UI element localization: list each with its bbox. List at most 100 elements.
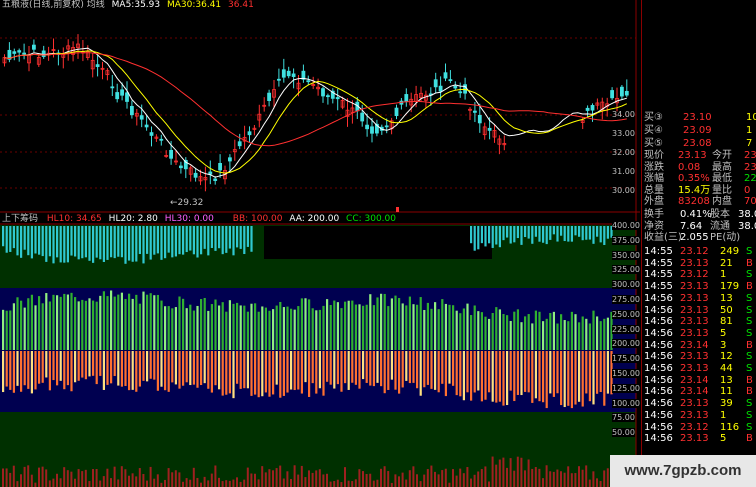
- candle: [22, 52, 27, 55]
- chip-bar-green: [30, 294, 33, 350]
- chip-bar-orange: [92, 351, 95, 376]
- volume-bar: [135, 476, 138, 487]
- chip-bar-cyan: [106, 226, 109, 260]
- bid-label: 买④: [644, 125, 663, 136]
- trade-row[interactable]: 14:56 23.13 5 B: [642, 433, 756, 444]
- trade-row[interactable]: 14:56 23.13 50 S: [642, 305, 756, 316]
- chip-bar-green: [390, 298, 393, 350]
- volume-bar: [387, 471, 390, 487]
- chip-bar-orange: [556, 351, 559, 394]
- volume-bar: [200, 482, 202, 487]
- candle: [208, 171, 213, 175]
- trade-row[interactable]: 14:56 23.13 13 S: [642, 293, 756, 304]
- chip-bar-cyan: [102, 226, 105, 262]
- low-price-annotation: ←29.32: [170, 198, 204, 208]
- bid-volume: 10: [746, 112, 756, 123]
- stat-row: 现价 23.13 今开 23: [642, 150, 756, 161]
- chip-tick-label: 300.00: [612, 280, 640, 290]
- chip-bar-green: [333, 300, 336, 350]
- chip-bar-green: [459, 313, 462, 350]
- chip-tick-label: 50.00: [612, 428, 635, 438]
- candle: [213, 178, 218, 181]
- chip-bar-green: [196, 305, 199, 350]
- trade-row[interactable]: 14:56 23.13 1 S: [642, 410, 756, 421]
- chip-bar-orange: [254, 351, 257, 395]
- chip-bar-green: [329, 305, 332, 350]
- chip-bar-green: [124, 298, 127, 350]
- chip-bar-orange: [513, 351, 516, 402]
- trade-price: 23.12: [680, 421, 709, 433]
- chip-bar-orange: [354, 351, 357, 385]
- volume-bar: [88, 481, 91, 487]
- kline-candles: [2, 34, 629, 192]
- chip-bar-cyan: [516, 226, 519, 239]
- chip-bar-orange: [372, 351, 375, 387]
- trade-row[interactable]: 14:55 23.13 179 B: [642, 281, 756, 292]
- candle: [12, 51, 17, 54]
- stat-label: 外盘: [644, 196, 664, 207]
- chip-bar-orange: [9, 351, 12, 390]
- chip-bar-orange: [592, 351, 595, 405]
- marker: [396, 207, 399, 212]
- chip-bar-green: [344, 301, 347, 350]
- trade-row[interactable]: 14:55 23.12 1 S: [642, 269, 756, 280]
- fund-value-2: 38.0: [738, 220, 756, 232]
- trade-side: S: [746, 304, 753, 316]
- volume-bar: [228, 480, 231, 487]
- chip-bar-cyan: [524, 226, 527, 238]
- trade-row[interactable]: 14:55 23.12 249 S: [642, 246, 756, 257]
- chip-bar-cyan: [167, 226, 170, 253]
- chip-bar-orange: [23, 351, 26, 386]
- chip-bar-green: [149, 293, 152, 350]
- chip-bar-orange: [56, 351, 59, 386]
- trade-row[interactable]: 14:56 23.14 11 B: [642, 386, 756, 397]
- trade-row[interactable]: 14:56 23.13 12 S: [642, 351, 756, 362]
- chip-bar-green: [34, 305, 37, 350]
- chip-bar-green: [336, 302, 339, 350]
- volume-bar: [192, 467, 195, 487]
- chip-bar-cyan: [221, 226, 224, 255]
- chip-bar-orange: [412, 351, 415, 383]
- chip-bar-green: [423, 309, 426, 350]
- volume-bar: [362, 471, 364, 487]
- trade-time: 14:55: [644, 246, 673, 257]
- chip-bar-green: [315, 310, 318, 350]
- chip-bar-cyan: [34, 226, 37, 254]
- chip-bar-green: [63, 293, 66, 350]
- chip-bar-green: [279, 301, 282, 350]
- trade-row[interactable]: 14:55 23.13 21 B: [642, 258, 756, 269]
- chip-bar-orange: [164, 351, 167, 391]
- candle: [95, 64, 100, 67]
- chart-area[interactable]: 五粮液(日线,前复权) 均线 MA5:35.93 MA30:36.41 36.4…: [0, 0, 640, 487]
- trade-side: S: [746, 351, 753, 363]
- chip-bar-cyan: [174, 226, 177, 257]
- chip-bar-cyan: [23, 226, 26, 250]
- trade-row[interactable]: 14:56 23.13 5 S: [642, 328, 756, 339]
- chip-bar-orange: [549, 351, 552, 394]
- chip-bar-orange: [376, 351, 379, 383]
- chip-bar-orange: [207, 351, 210, 389]
- trade-row[interactable]: 14:56 23.13 44 S: [642, 363, 756, 374]
- volume-bar: [182, 481, 184, 487]
- trade-row[interactable]: 14:56 23.12 116 S: [642, 422, 756, 433]
- volume-bar: [81, 471, 84, 487]
- chart-svg[interactable]: [0, 0, 640, 487]
- chip-bar-green: [246, 311, 249, 350]
- trade-row[interactable]: 14:56 23.13 39 S: [642, 398, 756, 409]
- candle: [620, 86, 624, 97]
- chip-bar-orange: [509, 351, 512, 391]
- candle: [110, 86, 115, 89]
- chip-bar-green: [437, 309, 440, 350]
- candle: [590, 105, 595, 111]
- candle: [394, 107, 399, 117]
- trade-time: 14:56: [644, 398, 673, 410]
- candle: [193, 172, 198, 178]
- trade-row[interactable]: 14:56 23.14 3 B: [642, 340, 756, 351]
- chip-bar-cyan: [120, 226, 123, 258]
- trade-row[interactable]: 14:56 23.14 13 B: [642, 375, 756, 386]
- chip-bar-green: [419, 297, 422, 350]
- volume-bar: [131, 473, 134, 487]
- chip-bar-orange: [70, 351, 73, 392]
- trade-row[interactable]: 14:56 23.13 81 S: [642, 316, 756, 327]
- chip-bar-orange: [189, 351, 192, 386]
